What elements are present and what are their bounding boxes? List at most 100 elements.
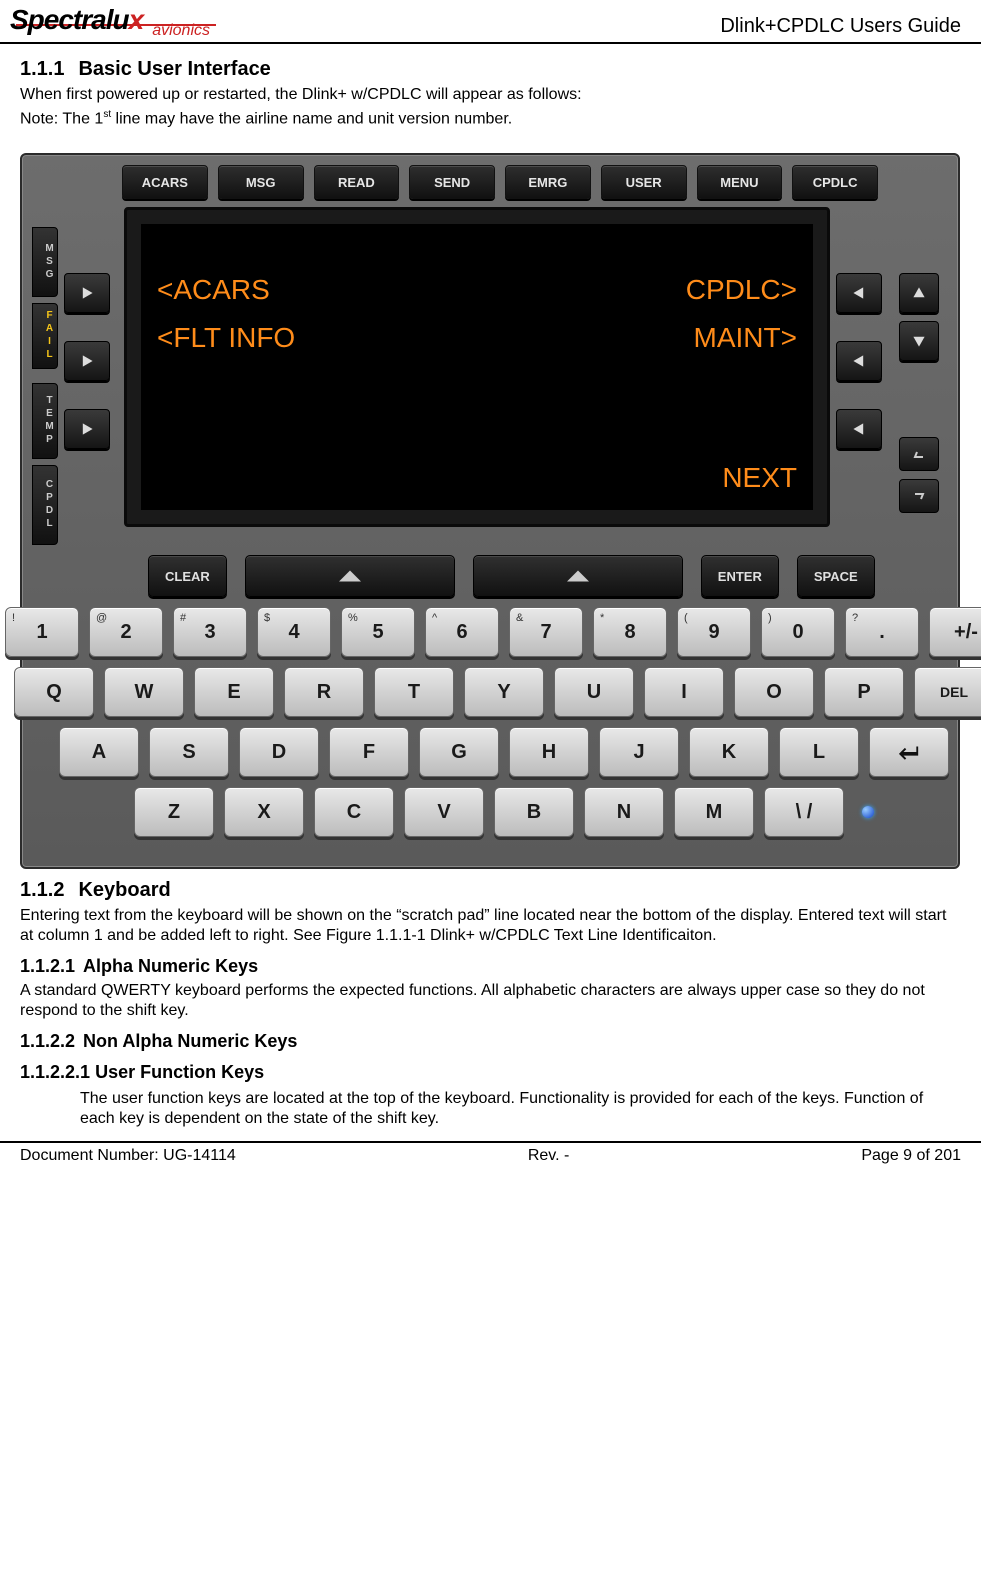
brand-logo: Spectralux avionics <box>10 4 216 40</box>
para: A standard QWERTY keyboard performs the … <box>20 981 961 1021</box>
key-w[interactable]: W <box>104 667 184 717</box>
heading-1-1-1: 1.1.1Basic User Interface <box>20 58 961 81</box>
key-9[interactable]: (9 <box>677 607 751 657</box>
key-del[interactable]: DEL <box>914 667 981 717</box>
lsk-l2[interactable] <box>64 341 110 381</box>
heading-1-1-2-1: 1.1.2.1Alpha Numeric Keys <box>20 956 961 977</box>
key-m[interactable]: M <box>674 787 754 837</box>
brightness-up-icon[interactable] <box>899 273 939 313</box>
key-f[interactable]: F <box>329 727 409 777</box>
display-screen: <ACARS CPDLC> <FLT INFO MAINT> NEXT <box>141 224 813 510</box>
brightness-down-icon[interactable] <box>899 321 939 361</box>
screen-row: MSG FAIL TEMP CPDL <ACARS CPDLC> <box>32 207 948 545</box>
heading-text: Keyboard <box>78 879 170 901</box>
key-slash[interactable]: \ / <box>764 787 844 837</box>
heading-text: Basic User Interface <box>78 58 270 80</box>
fkey-user[interactable]: USER <box>601 165 687 199</box>
shift-key-left[interactable] <box>245 555 455 597</box>
fkey-msg[interactable]: MSG <box>218 165 304 199</box>
lsk-l1[interactable] <box>64 273 110 313</box>
enter-key[interactable]: ENTER <box>701 555 779 597</box>
annunciator-cpdl: CPDL <box>32 465 58 545</box>
text: line may have the airline name and unit … <box>111 110 512 127</box>
key-1[interactable]: !1 <box>5 607 79 657</box>
logo-text: Spectralu <box>10 4 129 35</box>
clear-key[interactable]: CLEAR <box>148 555 227 597</box>
key-x[interactable]: X <box>224 787 304 837</box>
key-o[interactable]: O <box>734 667 814 717</box>
heading-1-1-2-2: 1.1.2.2 Non Alpha Numeric Keys <box>20 1031 961 1052</box>
key-0[interactable]: )0 <box>761 607 835 657</box>
key-n[interactable]: N <box>584 787 664 837</box>
key-d[interactable]: D <box>239 727 319 777</box>
logo-x: x <box>129 4 144 35</box>
key-y[interactable]: Y <box>464 667 544 717</box>
key-s[interactable]: S <box>149 727 229 777</box>
screen-next: NEXT <box>722 462 797 494</box>
key-+/-[interactable]: +/- <box>929 607 981 657</box>
footer-revision: Rev. - <box>528 1147 569 1165</box>
function-key-row: ACARS MSG READ SEND EMRG USER MENU CPDLC <box>32 165 948 199</box>
key-i[interactable]: I <box>644 667 724 717</box>
heading-1-1-2-2-1: 1.1.2.2.1 User Function Keys <box>20 1062 961 1083</box>
qwerty-row-1: QWERTYUIOPDEL <box>80 667 928 717</box>
fkey-emrg[interactable]: EMRG <box>505 165 591 199</box>
key-3[interactable]: #3 <box>173 607 247 657</box>
text: Note: The 1 <box>20 110 103 127</box>
fkey-cpdlc[interactable]: CPDLC <box>792 165 878 199</box>
annunciator-temp: TEMP <box>32 383 58 459</box>
qwerty-row-3: ZXCVBNM\ / <box>80 787 928 837</box>
brightness-column <box>890 207 948 545</box>
qwerty-row-2: ASDFGHJKL <box>80 727 928 777</box>
page-prev-icon[interactable] <box>899 437 939 471</box>
fkey-send[interactable]: SEND <box>409 165 495 199</box>
key-k[interactable]: K <box>689 727 769 777</box>
key-l[interactable]: L <box>779 727 859 777</box>
key-u[interactable]: U <box>554 667 634 717</box>
key-c[interactable]: C <box>314 787 394 837</box>
heading-text: Non Alpha Numeric Keys <box>83 1031 297 1051</box>
key-j[interactable]: J <box>599 727 679 777</box>
doc-title: Dlink+CPDLC Users Guide <box>720 15 961 40</box>
fkey-acars[interactable]: ACARS <box>122 165 208 199</box>
heading-text: User Function Keys <box>95 1062 264 1082</box>
lsk-r1[interactable] <box>836 273 882 313</box>
page-header: Spectralux avionics Dlink+CPDLC Users Gu… <box>0 0 981 44</box>
screen-acars: <ACARS <box>157 274 270 306</box>
lsk-l3[interactable] <box>64 409 110 449</box>
lsk-r3[interactable] <box>836 409 882 449</box>
annunciator-fail: FAIL <box>32 303 58 369</box>
key-p[interactable]: P <box>824 667 904 717</box>
key-.[interactable]: ?. <box>845 607 919 657</box>
key-g[interactable]: G <box>419 727 499 777</box>
key-a[interactable]: A <box>59 727 139 777</box>
page-next-icon[interactable] <box>899 479 939 513</box>
screen-maint: MAINT> <box>694 322 797 354</box>
heading-num: 1.1.2.2 <box>20 1031 75 1052</box>
key-r[interactable]: R <box>284 667 364 717</box>
key-b[interactable]: B <box>494 787 574 837</box>
fkey-read[interactable]: READ <box>314 165 400 199</box>
key-t[interactable]: T <box>374 667 454 717</box>
key-4[interactable]: $4 <box>257 607 331 657</box>
key-e[interactable]: E <box>194 667 274 717</box>
annunciator-msg: MSG <box>32 227 58 297</box>
screen-frame: <ACARS CPDLC> <FLT INFO MAINT> NEXT <box>124 207 830 527</box>
shift-key-right[interactable] <box>473 555 683 597</box>
key-8[interactable]: *8 <box>593 607 667 657</box>
key-z[interactable]: Z <box>134 787 214 837</box>
status-led <box>862 806 874 818</box>
fkey-menu[interactable]: MENU <box>697 165 783 199</box>
key-q[interactable]: Q <box>14 667 94 717</box>
key-v[interactable]: V <box>404 787 484 837</box>
key-7[interactable]: &7 <box>509 607 583 657</box>
key-6[interactable]: ^6 <box>425 607 499 657</box>
key-5[interactable]: %5 <box>341 607 415 657</box>
key-2[interactable]: @2 <box>89 607 163 657</box>
para: Note: The 1st line may have the airline … <box>20 109 961 129</box>
heading-text: Alpha Numeric Keys <box>83 956 258 976</box>
key-return[interactable] <box>869 727 949 777</box>
key-h[interactable]: H <box>509 727 589 777</box>
space-key[interactable]: SPACE <box>797 555 875 597</box>
lsk-r2[interactable] <box>836 341 882 381</box>
